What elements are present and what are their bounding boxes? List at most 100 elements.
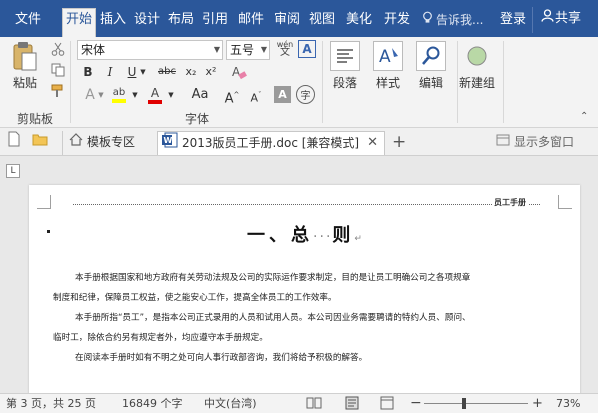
magnifier-icon: [416, 41, 446, 71]
group-divider: [322, 41, 323, 123]
word-doc-icon: W: [162, 132, 182, 155]
paragraph-button[interactable]: 段落: [324, 41, 366, 91]
page-corner-mark: [37, 195, 51, 209]
zoom-slider-thumb[interactable]: [462, 398, 466, 409]
italic-button[interactable]: I: [100, 62, 120, 82]
bold-button[interactable]: B: [78, 62, 98, 82]
paste-button[interactable]: 粘贴: [6, 41, 44, 91]
header-rule: [73, 204, 540, 205]
grow-font-icon[interactable]: A^: [222, 85, 242, 106]
strikethrough-button[interactable]: abc: [154, 62, 180, 82]
new-doc-icon[interactable]: [8, 131, 24, 155]
tab-references[interactable]: 引用: [199, 9, 231, 35]
word-count[interactable]: 16849 个字: [122, 397, 183, 411]
svg-text:A: A: [379, 47, 391, 67]
show-multi-window-button[interactable]: 显示多窗口: [496, 131, 596, 155]
add-tab-icon[interactable]: +: [392, 131, 410, 155]
open-folder-icon[interactable]: [32, 131, 50, 155]
tab-insert[interactable]: 插入: [97, 9, 129, 35]
document-area[interactable]: L 员工手册 一、总···则↵ 本手册根据国家和地方政府有关劳动法规及公司的实际…: [0, 156, 598, 405]
collapse-ribbon-icon[interactable]: ⌃: [580, 111, 588, 122]
document-page[interactable]: 员工手册 一、总···则↵ 本手册根据国家和地方政府有关劳动法规及公司的实际运作…: [29, 185, 580, 405]
read-mode-icon[interactable]: [306, 396, 322, 413]
font-color-button[interactable]: A: [146, 84, 164, 106]
multi-window-label: 显示多窗口: [514, 135, 575, 149]
tab-mailings[interactable]: 邮件: [233, 9, 269, 35]
ribbon-tab-bar: 文件 开始 插入 设计 布局 引用 邮件 审阅 视图 美化 开发 告诉我... …: [0, 0, 598, 37]
chevron-down-icon[interactable]: ▼: [138, 62, 148, 82]
font-name-select[interactable]: 宋体 ▼: [77, 40, 223, 60]
tab-selector[interactable]: L: [6, 164, 20, 178]
zoom-slider-track[interactable]: [424, 403, 528, 404]
language-indicator[interactable]: 中文(台湾): [204, 397, 257, 411]
share-label: 共享: [555, 11, 582, 26]
styles-label: 样式: [375, 76, 400, 90]
font-name-value: 宋体: [81, 43, 106, 57]
print-layout-icon[interactable]: [345, 396, 359, 413]
chevron-down-icon: ▼: [260, 45, 267, 54]
tab-home[interactable]: 开始: [62, 8, 96, 37]
tell-me-box[interactable]: 告诉我...: [422, 9, 483, 31]
chapter-heading-right: 则: [332, 225, 355, 246]
change-case-icon[interactable]: Aa: [190, 85, 210, 105]
clipboard-group-label: 剪贴板: [16, 112, 53, 126]
new-group-button[interactable]: 新建组: [454, 41, 500, 91]
chevron-down-icon[interactable]: ▼: [130, 85, 140, 105]
char-border-icon[interactable]: A: [298, 40, 316, 58]
phonetic-guide-button[interactable]: wén 文: [274, 38, 296, 60]
close-icon[interactable]: ✕: [367, 132, 378, 154]
tab-design[interactable]: 设计: [131, 9, 163, 35]
zoom-level[interactable]: 73%: [556, 397, 580, 411]
cut-icon[interactable]: [50, 41, 66, 57]
document-tab-title: 2013版员工手册.doc [兼容模式]: [182, 136, 360, 150]
tab-beautify[interactable]: 美化: [341, 9, 377, 35]
tab-template-zone[interactable]: 模板专区: [62, 131, 152, 155]
paragraph-line: 本手册根据国家和地方政府有关劳动法规及公司的实际运作要求制定，目的是让员工明确公…: [75, 273, 471, 283]
font-size-value: 五号: [230, 43, 255, 57]
char-shading-icon[interactable]: A: [274, 86, 291, 103]
status-bar: 第 3 页，共 25 页 16849 个字 中文(台湾) − + 73%: [0, 393, 598, 413]
login-link[interactable]: 登录: [500, 9, 526, 31]
chevron-down-icon[interactable]: ▼: [166, 85, 176, 105]
tell-me-text: 告诉我...: [436, 13, 484, 27]
superscript-button[interactable]: x²: [201, 62, 221, 82]
paragraph-label: 段落: [332, 76, 357, 90]
shrink-font-icon[interactable]: Aˇ: [246, 85, 266, 105]
tab-current-document[interactable]: W 2013版员工手册.doc [兼容模式] ✕: [157, 131, 385, 155]
page-corner-mark: [558, 195, 572, 209]
share-button[interactable]: 共享: [532, 7, 596, 33]
font-size-select[interactable]: 五号 ▼: [226, 40, 270, 60]
person-icon: [539, 7, 555, 31]
copy-icon[interactable]: [50, 62, 66, 78]
tab-view[interactable]: 视图: [305, 9, 339, 35]
editing-button[interactable]: 编辑: [410, 41, 452, 91]
highlight-color-button[interactable]: ab: [110, 84, 128, 106]
format-painter-icon[interactable]: [50, 83, 66, 99]
paragraph-line: 临时工，除依合约另有规定者外，均应遵守本手册规定。: [53, 333, 268, 343]
tab-developer[interactable]: 开发: [379, 9, 415, 35]
document-tab-bar: 模板专区 W 2013版员工手册.doc [兼容模式] ✕ + 显示多窗口: [0, 128, 598, 156]
tab-file[interactable]: 文件: [6, 9, 50, 35]
web-layout-icon[interactable]: [380, 396, 394, 413]
tab-review[interactable]: 审阅: [271, 9, 303, 35]
chapter-heading-left: 一、总: [247, 225, 314, 246]
lightbulb-icon: [422, 9, 436, 31]
svg-text:W: W: [164, 136, 173, 145]
clear-formatting-icon[interactable]: A: [230, 63, 248, 81]
page-count[interactable]: 第 3 页，共 25 页: [6, 397, 96, 411]
group-divider: [503, 41, 504, 123]
paragraph-icon: [330, 41, 360, 71]
font-group-label: 字体: [184, 112, 209, 126]
enclose-char-icon[interactable]: 字: [296, 85, 315, 104]
styles-icon: A: [373, 41, 403, 71]
circle-icon: [462, 41, 492, 71]
zoom-out-button[interactable]: −: [410, 396, 422, 410]
chevron-down-icon[interactable]: ▼: [96, 85, 106, 105]
zoom-in-button[interactable]: +: [532, 397, 543, 410]
font-color-letter-icon: A: [150, 86, 160, 100]
new-group-label: 新建组: [458, 76, 495, 90]
tab-layout[interactable]: 布局: [165, 9, 197, 35]
styles-button[interactable]: A 样式: [367, 41, 409, 91]
chapter-heading: 一、总···则↵: [29, 221, 580, 247]
subscript-button[interactable]: x₂: [181, 62, 201, 82]
